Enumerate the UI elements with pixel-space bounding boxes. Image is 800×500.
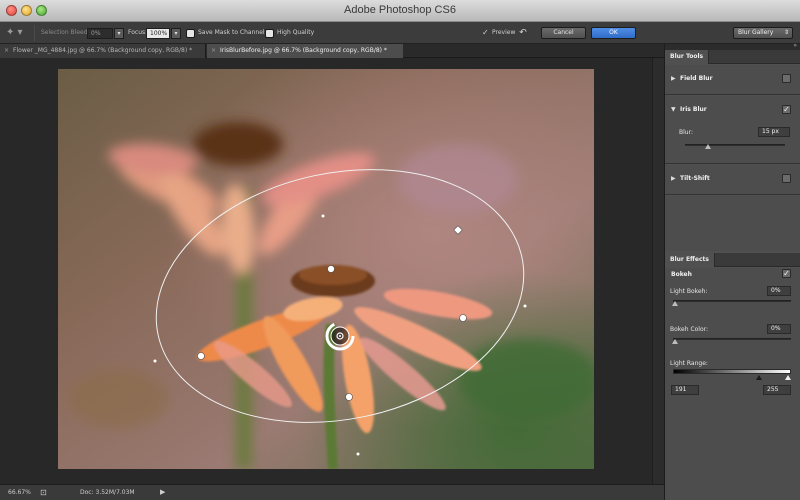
title-bar: Adobe Photoshop CS6 xyxy=(0,0,800,22)
blur-tools-header: Blur Tools xyxy=(665,50,800,64)
status-menu-arrow-icon[interactable]: ▶ xyxy=(160,485,165,500)
iris-blur-section: ▼ Iris Blur ✓ Blur: 15 px xyxy=(665,96,800,164)
blur-gallery-select[interactable]: Blur Gallery ⇕ xyxy=(733,27,793,39)
blur-effects-section: Bokeh ✓ Light Bokeh: 0% Bokeh Color: 0% … xyxy=(665,268,800,500)
vertical-scrollbar[interactable] xyxy=(652,58,664,484)
canvas-area xyxy=(0,58,664,484)
close-tab-icon[interactable]: × xyxy=(211,47,216,54)
tilt-shift-checkbox[interactable] xyxy=(782,174,791,183)
pin-tool-icon[interactable]: ✦ ▾ xyxy=(6,25,32,41)
chevron-updown-icon: ⇕ xyxy=(783,29,789,36)
selection-bleed-label: Selection Bleed: xyxy=(41,29,90,36)
field-blur-label: Field Blur xyxy=(680,75,713,82)
options-bar: ✦ ▾ Selection Bleed: 0% ▾ Focus: 100% ▾ … xyxy=(0,22,800,44)
separator xyxy=(34,25,35,41)
bokeh-color-thumb[interactable] xyxy=(672,339,678,344)
focus-field[interactable]: 100% xyxy=(146,28,170,39)
document-tabs: × Flower _MG_4884.jpg @ 66.7% (Background… xyxy=(0,44,664,58)
light-range-label: Light Range: xyxy=(670,360,708,367)
save-mask-label: Save Mask to Channels xyxy=(198,29,268,36)
share-icon[interactable]: ⊡ xyxy=(40,485,47,500)
light-range-gradient xyxy=(673,369,791,374)
light-bokeh-thumb[interactable] xyxy=(672,301,678,306)
blur-amount-thumb[interactable] xyxy=(705,144,711,149)
focus-label: Focus: xyxy=(128,29,148,36)
blur-amount-label: Blur: xyxy=(679,129,693,136)
blur-amount-slider[interactable] xyxy=(685,144,785,146)
high-quality-checkbox[interactable] xyxy=(265,29,274,38)
doc-size: Doc: 3.52M/7.03M xyxy=(80,489,135,496)
light-range-min-field[interactable]: 191 xyxy=(671,385,699,395)
tab-blur-effects[interactable]: Blur Effects xyxy=(665,253,715,267)
light-bokeh-slider[interactable] xyxy=(673,300,791,302)
field-blur-checkbox[interactable] xyxy=(782,74,791,83)
ok-button[interactable]: OK xyxy=(591,27,636,39)
selection-bleed-dropdown[interactable]: ▾ xyxy=(114,28,124,39)
selection-bleed-field[interactable]: 0% xyxy=(87,28,113,39)
field-blur-section[interactable]: ▶ Field Blur xyxy=(665,65,800,95)
zoom-level[interactable]: 66.67% xyxy=(8,485,31,500)
bokeh-color-field[interactable]: 0% xyxy=(767,324,791,334)
iris-blur-label: Iris Blur xyxy=(680,106,707,113)
preview-check-icon[interactable]: ✓ xyxy=(482,22,489,44)
bokeh-color-slider[interactable] xyxy=(673,338,791,340)
save-mask-checkbox[interactable] xyxy=(186,29,195,38)
expand-arrow-icon: ▶ xyxy=(671,175,676,182)
collapse-panel-icon[interactable]: » xyxy=(793,42,797,49)
blur-tools-empty-area xyxy=(665,196,800,251)
bokeh-label: Bokeh xyxy=(671,271,692,278)
flower-photo xyxy=(58,69,594,469)
iris-blur-title[interactable]: ▼ Iris Blur xyxy=(671,106,707,113)
blur-gallery-select-label: Blur Gallery xyxy=(738,29,774,36)
app-title: Adobe Photoshop CS6 xyxy=(344,4,456,16)
field-blur-title[interactable]: ▶ Field Blur xyxy=(671,75,713,82)
tilt-shift-section[interactable]: ▶ Tilt-Shift xyxy=(665,165,800,195)
blur-panels: » Blur Tools ▶ Field Blur ▼ Iris Blur ✓ Bl… xyxy=(664,42,800,500)
light-range-max-field[interactable]: 255 xyxy=(763,385,791,395)
blur-amount-field[interactable]: 15 px xyxy=(758,127,790,137)
cancel-button[interactable]: Cancel xyxy=(541,27,586,39)
light-range-max-thumb[interactable] xyxy=(785,375,791,380)
light-bokeh-field[interactable]: 0% xyxy=(767,286,791,296)
tilt-shift-label: Tilt-Shift xyxy=(680,175,710,182)
preview-label: Preview xyxy=(492,29,516,36)
collapse-arrow-icon: ▼ xyxy=(671,106,676,113)
tab-label: IrisBlurBefore.jpg @ 66.7% (Background c… xyxy=(220,47,387,54)
tilt-shift-title[interactable]: ▶ Tilt-Shift xyxy=(671,175,710,182)
high-quality-label: High Quality xyxy=(277,29,315,36)
focus-dropdown[interactable]: ▾ xyxy=(171,28,181,39)
tab-blur-tools[interactable]: Blur Tools xyxy=(665,50,710,64)
expand-arrow-icon: ▶ xyxy=(671,75,676,82)
undo-icon[interactable]: ↶ xyxy=(517,27,529,39)
status-bar: 66.67% ⊡ Doc: 3.52M/7.03M ▶ xyxy=(0,484,664,500)
close-tab-icon[interactable]: × xyxy=(4,47,9,54)
tab-irisblur-document[interactable]: × IrisBlurBefore.jpg @ 66.7% (Background … xyxy=(207,44,403,58)
light-range-min-thumb[interactable] xyxy=(756,375,762,380)
light-bokeh-label: Light Bokeh: xyxy=(670,288,708,295)
blur-effects-header: Blur Effects xyxy=(665,253,800,267)
bokeh-color-label: Bokeh Color: xyxy=(670,326,709,333)
iris-blur-checkbox[interactable]: ✓ xyxy=(782,105,791,114)
document-canvas[interactable] xyxy=(58,69,594,469)
tab-flower-document[interactable]: × Flower _MG_4884.jpg @ 66.7% (Background… xyxy=(0,44,206,58)
bokeh-checkbox[interactable]: ✓ xyxy=(782,269,791,278)
tab-label: Flower _MG_4884.jpg @ 66.7% (Background … xyxy=(13,47,193,54)
